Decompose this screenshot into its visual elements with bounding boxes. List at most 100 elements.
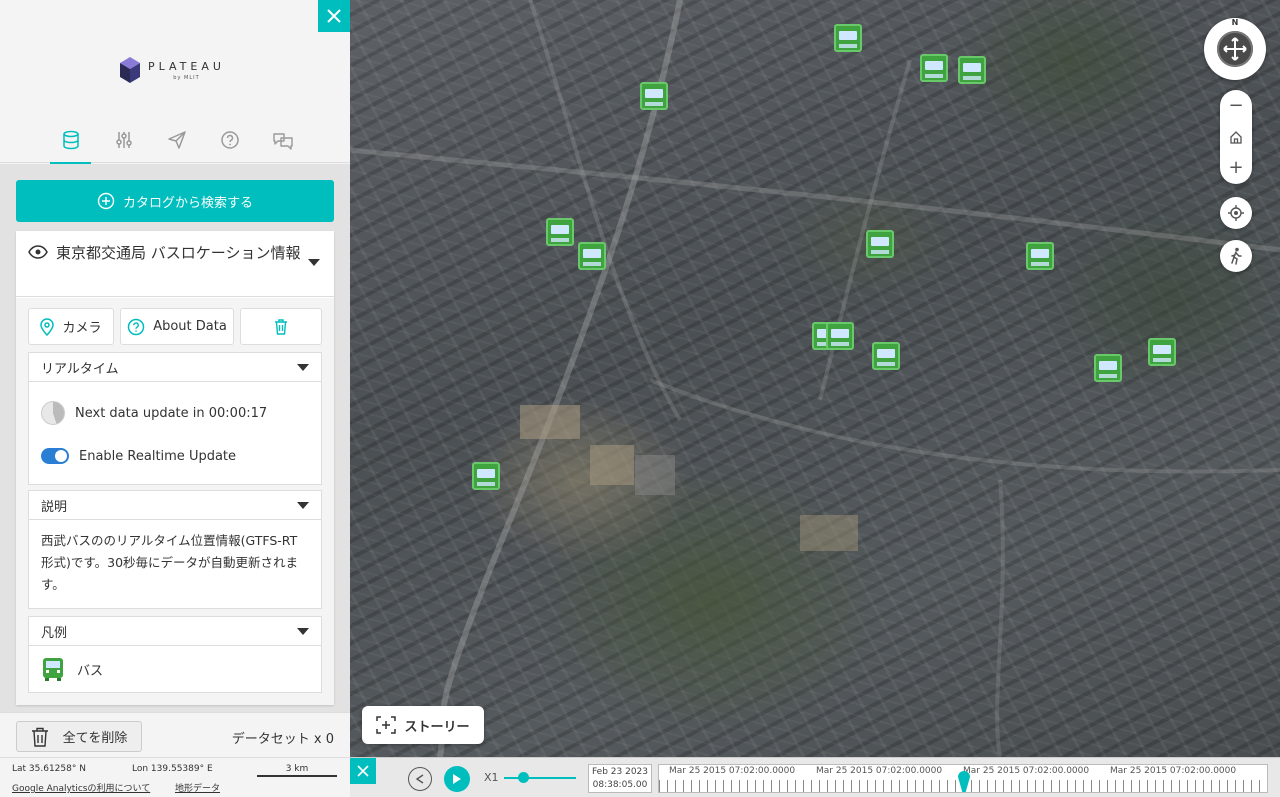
plus-circle-icon [97, 192, 115, 210]
sidebar-body: カタログから検索する 東京都交通局 バスロケーション情報 カメラ About D… [0, 164, 350, 712]
dataset-header[interactable]: 東京都交通局 バスロケーション情報 [16, 231, 334, 297]
realtime-section: リアルタイム Next data update in 00:00:17 Enab… [28, 352, 322, 485]
delete-dataset-button[interactable] [240, 308, 322, 345]
longitude-readout: Lon 139.55389° E [132, 764, 213, 774]
caret-down-icon [297, 502, 309, 509]
help-circle-icon [127, 318, 145, 335]
plateau-logo: PLATEAU by MLIT [118, 55, 225, 85]
help-icon [220, 131, 239, 149]
timeline-track[interactable]: Mar 25 2015 07:02:00.0000 Mar 25 2015 07… [658, 764, 1268, 793]
caret-down-icon[interactable] [308, 259, 320, 266]
home-icon[interactable] [1229, 130, 1243, 144]
timeline-cursor-icon[interactable] [957, 765, 971, 793]
dataset-card: 東京都交通局 バスロケーション情報 カメラ About Data リアルタイム … [16, 231, 334, 705]
bus-marker[interactable] [1026, 242, 1054, 270]
paper-plane-icon [167, 131, 186, 149]
bus-marker[interactable] [834, 24, 862, 52]
legend-header[interactable]: 凡例 [29, 617, 321, 646]
speed-label: X1 [484, 771, 499, 784]
timeline-label: Mar 25 2015 07:02:00.0000 [669, 766, 796, 776]
current-time: 08:38:05.00 [592, 780, 648, 790]
catalog-search-button[interactable]: カタログから検索する [16, 180, 334, 222]
compass-north-label: N [1231, 18, 1239, 27]
dataset-count: データセット x 0 [231, 732, 334, 747]
bus-marker[interactable] [1148, 338, 1176, 366]
description-section: 説明 西武バスののリアルタイム位置情報(GTFS-RT形式)です。30秒毎にデー… [28, 490, 322, 609]
bus-icon [43, 658, 63, 681]
map-pin-icon [40, 317, 55, 336]
status-bar: Lat 35.61258° N Lon 139.55389° E 3 km Go… [0, 757, 350, 797]
chat-icon [272, 133, 293, 150]
description-title: 説明 [41, 499, 68, 515]
analytics-link[interactable]: Google Analyticsの利用について [12, 781, 150, 794]
walking-person-icon [1231, 247, 1242, 265]
timeline-label: Mar 25 2015 07:02:00.0000 [963, 766, 1090, 776]
legend-item: バス [29, 646, 321, 692]
sidebar: PLATEAU by MLIT カタログから検索する 東京都交通局 バスロケーシ… [0, 0, 350, 797]
dataset-title: 東京都交通局 バスロケーション情報 [56, 244, 301, 262]
story-button[interactable]: ストーリー [362, 706, 484, 744]
current-datetime: Feb 23 2023 08:38:05.00 [588, 764, 652, 793]
compass-pan-control[interactable] [1217, 31, 1253, 67]
bus-marker[interactable] [920, 54, 948, 82]
story-capture-icon [376, 716, 397, 734]
camera-label: カメラ [62, 321, 102, 336]
realtime-toggle[interactable] [41, 448, 69, 464]
tab-help[interactable] [209, 130, 250, 164]
play-back-icon [415, 774, 424, 784]
sliders-icon [115, 132, 132, 148]
close-icon [357, 765, 369, 777]
target-icon [1228, 205, 1244, 221]
countdown-pie-icon [41, 401, 65, 425]
legend-title: 凡例 [41, 625, 68, 641]
compass[interactable]: N [1204, 18, 1266, 80]
pedestrian-mode-button[interactable] [1220, 240, 1252, 272]
timeline-label: Mar 25 2015 07:02:00.0000 [1110, 766, 1237, 776]
map-view[interactable]: ストーリー [350, 0, 1280, 797]
story-label: ストーリー [404, 719, 470, 735]
realtime-header[interactable]: リアルタイム [29, 353, 321, 382]
bus-marker[interactable] [866, 230, 894, 258]
speed-slider-track[interactable] [504, 777, 576, 779]
eye-icon[interactable] [28, 245, 48, 259]
bus-marker[interactable] [826, 322, 854, 350]
close-icon [327, 9, 341, 23]
bus-marker[interactable] [640, 82, 668, 110]
zoom-out-button[interactable]: − [1228, 97, 1243, 115]
tab-feedback[interactable] [262, 130, 303, 164]
about-data-button[interactable]: About Data [120, 308, 234, 345]
rewind-button[interactable] [408, 767, 432, 791]
dataset-body: カメラ About Data リアルタイム Next data update i… [16, 298, 334, 705]
delete-all-button[interactable]: 全てを削除 [16, 721, 142, 752]
logo-text: PLATEAU [148, 59, 225, 73]
tab-data[interactable] [50, 130, 91, 164]
tab-settings[interactable] [103, 130, 144, 164]
legend-bus-label: バス [77, 663, 104, 679]
bus-marker[interactable] [578, 242, 606, 270]
close-timeline-button[interactable] [350, 758, 376, 784]
bus-marker[interactable] [472, 462, 500, 490]
sidebar-footer: 全てを削除 データセット x 0 [0, 712, 350, 757]
play-icon [453, 774, 461, 784]
close-sidebar-button[interactable] [318, 0, 350, 32]
locate-me-button[interactable] [1220, 197, 1252, 229]
tab-share[interactable] [156, 130, 197, 164]
logo-subtext: by MLIT [173, 74, 200, 81]
trash-icon [31, 727, 48, 747]
bus-marker[interactable] [1094, 354, 1122, 382]
trash-icon [275, 318, 287, 335]
bus-marker[interactable] [958, 56, 986, 84]
speed-slider-knob[interactable] [518, 772, 529, 783]
zoom-control: − + [1220, 90, 1252, 184]
description-header[interactable]: 説明 [29, 491, 321, 520]
plateau-logo-icon [120, 57, 140, 83]
zoom-in-button[interactable]: + [1228, 158, 1243, 177]
caret-down-icon [297, 364, 309, 371]
terrain-data-link[interactable]: 地形データ [175, 781, 220, 794]
play-button[interactable] [444, 766, 470, 792]
bus-marker[interactable] [546, 218, 574, 246]
camera-button[interactable]: カメラ [28, 308, 114, 345]
latitude-readout: Lat 35.61258° N [12, 764, 86, 774]
catalog-search-label: カタログから検索する [122, 195, 253, 211]
bus-marker[interactable] [872, 342, 900, 370]
